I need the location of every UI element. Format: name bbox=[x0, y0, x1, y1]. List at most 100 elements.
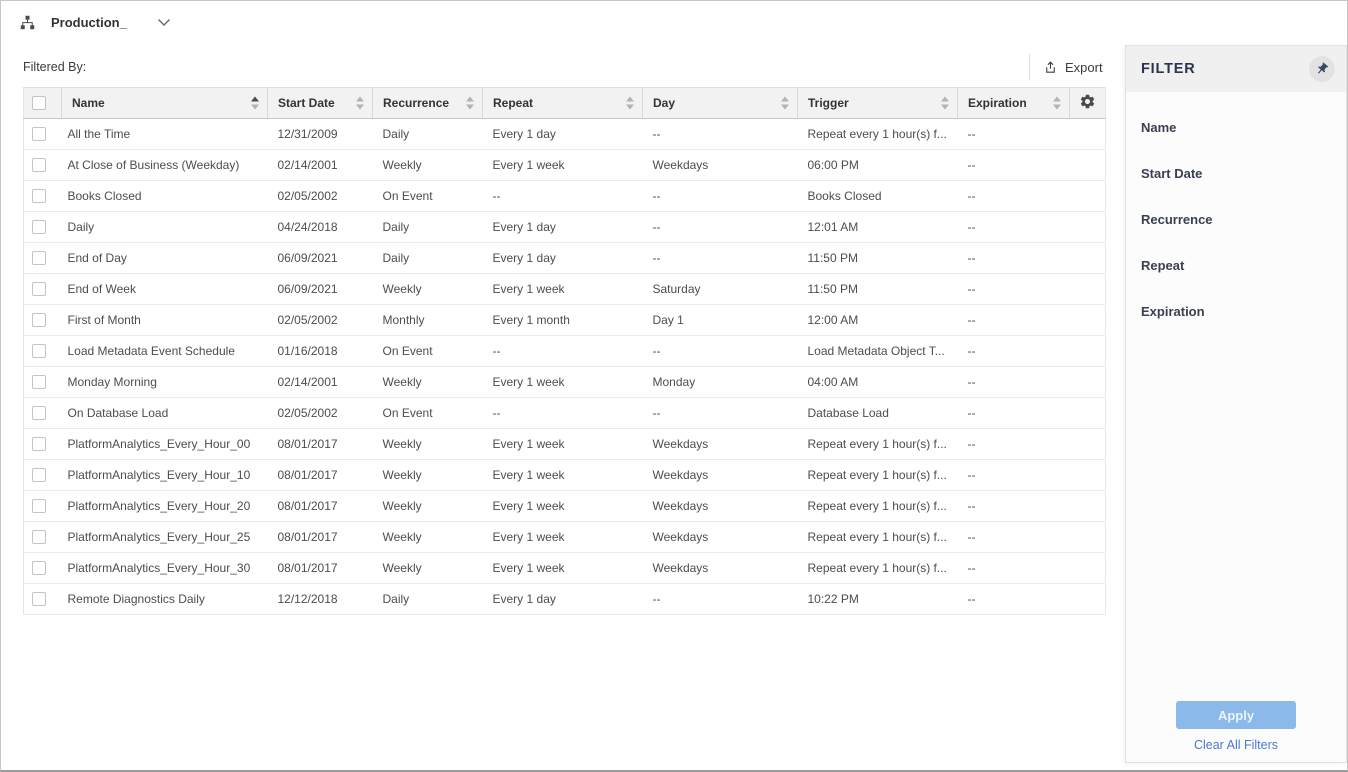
table-row[interactable]: Books Closed 02/05/2002 On Event -- -- B… bbox=[24, 181, 1106, 212]
cell-day: -- bbox=[643, 584, 798, 615]
cell-expiration: -- bbox=[958, 150, 1070, 181]
row-checkbox[interactable] bbox=[32, 189, 46, 203]
export-group: Export bbox=[1029, 53, 1103, 81]
column-header-name[interactable]: Name bbox=[62, 88, 268, 119]
cell-day: -- bbox=[643, 212, 798, 243]
table-row[interactable]: End of Week 06/09/2021 Weekly Every 1 we… bbox=[24, 274, 1106, 305]
cell-expiration: -- bbox=[958, 336, 1070, 367]
row-checkbox[interactable] bbox=[32, 468, 46, 482]
row-checkbox[interactable] bbox=[32, 561, 46, 575]
cell-repeat: Every 1 week bbox=[483, 522, 643, 553]
cell-expiration: -- bbox=[958, 491, 1070, 522]
cell-day: Weekdays bbox=[643, 150, 798, 181]
cell-start-date: 08/01/2017 bbox=[268, 429, 373, 460]
cell-expiration: -- bbox=[958, 522, 1070, 553]
app-window: Production_ Filtered By: Export bbox=[0, 0, 1348, 772]
apply-button[interactable]: Apply bbox=[1176, 701, 1296, 729]
filter-items: Name Start Date Recurrence Repeat Expira… bbox=[1126, 92, 1346, 334]
cell-recurrence: Weekly bbox=[373, 460, 483, 491]
table-row[interactable]: Load Metadata Event Schedule 01/16/2018 … bbox=[24, 336, 1106, 367]
cell-name: Daily bbox=[62, 212, 268, 243]
row-checkbox[interactable] bbox=[32, 499, 46, 513]
cell-name: Monday Morning bbox=[62, 367, 268, 398]
cell-start-date: 06/09/2021 bbox=[268, 243, 373, 274]
cell-expiration: -- bbox=[958, 398, 1070, 429]
table-row[interactable]: End of Day 06/09/2021 Daily Every 1 day … bbox=[24, 243, 1106, 274]
row-checkbox[interactable] bbox=[32, 530, 46, 544]
column-settings-button[interactable] bbox=[1070, 88, 1106, 119]
filter-item-start-date[interactable]: Start Date bbox=[1126, 150, 1346, 196]
row-checkbox[interactable] bbox=[32, 406, 46, 420]
cell-repeat: Every 1 week bbox=[483, 429, 643, 460]
cell-gear-spacer bbox=[1070, 584, 1106, 615]
table-row[interactable]: Remote Diagnostics Daily 12/12/2018 Dail… bbox=[24, 584, 1106, 615]
export-button[interactable]: Export bbox=[1043, 60, 1103, 75]
column-header-day[interactable]: Day bbox=[643, 88, 798, 119]
filter-item-expiration[interactable]: Expiration bbox=[1126, 288, 1346, 334]
table-row[interactable]: PlatformAnalytics_Every_Hour_25 08/01/20… bbox=[24, 522, 1106, 553]
cell-recurrence: On Event bbox=[373, 398, 483, 429]
filter-item-name[interactable]: Name bbox=[1126, 104, 1346, 150]
pin-panel-button[interactable] bbox=[1309, 56, 1335, 82]
cell-expiration: -- bbox=[958, 460, 1070, 491]
sort-arrows-icon bbox=[251, 97, 259, 110]
toolbar-divider bbox=[1029, 54, 1030, 80]
table-row[interactable]: Daily 04/24/2018 Daily Every 1 day -- 12… bbox=[24, 212, 1106, 243]
row-checkbox-cell bbox=[24, 243, 62, 274]
table-row[interactable]: PlatformAnalytics_Every_Hour_10 08/01/20… bbox=[24, 460, 1106, 491]
cell-recurrence: Daily bbox=[373, 119, 483, 150]
select-all-cell bbox=[24, 88, 62, 119]
column-header-expiration[interactable]: Expiration bbox=[958, 88, 1070, 119]
cell-day: Weekdays bbox=[643, 522, 798, 553]
table-row[interactable]: At Close of Business (Weekday) 02/14/200… bbox=[24, 150, 1106, 181]
cell-name: PlatformAnalytics_Every_Hour_25 bbox=[62, 522, 268, 553]
cell-gear-spacer bbox=[1070, 150, 1106, 181]
row-checkbox[interactable] bbox=[32, 127, 46, 141]
table-row[interactable]: Monday Morning 02/14/2001 Weekly Every 1… bbox=[24, 367, 1106, 398]
cell-repeat: -- bbox=[483, 336, 643, 367]
column-header-repeat[interactable]: Repeat bbox=[483, 88, 643, 119]
cell-name: PlatformAnalytics_Every_Hour_10 bbox=[62, 460, 268, 491]
cell-recurrence: Weekly bbox=[373, 522, 483, 553]
cell-day: Day 1 bbox=[643, 305, 798, 336]
column-header-trigger[interactable]: Trigger bbox=[798, 88, 958, 119]
row-checkbox[interactable] bbox=[32, 251, 46, 265]
cell-recurrence: Weekly bbox=[373, 367, 483, 398]
cell-day: -- bbox=[643, 119, 798, 150]
environment-dropdown[interactable] bbox=[157, 18, 171, 27]
cell-recurrence: On Event bbox=[373, 181, 483, 212]
table-row[interactable]: All the Time 12/31/2009 Daily Every 1 da… bbox=[24, 119, 1106, 150]
column-header-start-date[interactable]: Start Date bbox=[268, 88, 373, 119]
row-checkbox[interactable] bbox=[32, 158, 46, 172]
row-checkbox[interactable] bbox=[32, 220, 46, 234]
cell-repeat: Every 1 day bbox=[483, 584, 643, 615]
row-checkbox[interactable] bbox=[32, 344, 46, 358]
row-checkbox[interactable] bbox=[32, 282, 46, 296]
row-checkbox[interactable] bbox=[32, 375, 46, 389]
filter-item-repeat[interactable]: Repeat bbox=[1126, 242, 1346, 288]
row-checkbox[interactable] bbox=[32, 437, 46, 451]
cell-gear-spacer bbox=[1070, 460, 1106, 491]
table-row[interactable]: PlatformAnalytics_Every_Hour_00 08/01/20… bbox=[24, 429, 1106, 460]
column-label: Expiration bbox=[968, 96, 1027, 110]
cell-start-date: 06/09/2021 bbox=[268, 274, 373, 305]
filter-item-recurrence[interactable]: Recurrence bbox=[1126, 196, 1346, 242]
row-checkbox-cell bbox=[24, 398, 62, 429]
row-checkbox[interactable] bbox=[32, 592, 46, 606]
row-checkbox[interactable] bbox=[32, 313, 46, 327]
cell-expiration: -- bbox=[958, 274, 1070, 305]
column-header-recurrence[interactable]: Recurrence bbox=[373, 88, 483, 119]
row-checkbox-cell bbox=[24, 305, 62, 336]
select-all-checkbox[interactable] bbox=[32, 96, 46, 110]
cell-trigger: 12:01 AM bbox=[798, 212, 958, 243]
cell-recurrence: On Event bbox=[373, 336, 483, 367]
table-row[interactable]: First of Month 02/05/2002 Monthly Every … bbox=[24, 305, 1106, 336]
cell-trigger: 12:00 AM bbox=[798, 305, 958, 336]
table-row[interactable]: PlatformAnalytics_Every_Hour_20 08/01/20… bbox=[24, 491, 1106, 522]
cell-recurrence: Weekly bbox=[373, 429, 483, 460]
clear-all-filters-link[interactable]: Clear All Filters bbox=[1126, 737, 1346, 753]
table-row[interactable]: On Database Load 02/05/2002 On Event -- … bbox=[24, 398, 1106, 429]
cell-name: Load Metadata Event Schedule bbox=[62, 336, 268, 367]
table-row[interactable]: PlatformAnalytics_Every_Hour_30 08/01/20… bbox=[24, 553, 1106, 584]
cell-repeat: Every 1 day bbox=[483, 243, 643, 274]
